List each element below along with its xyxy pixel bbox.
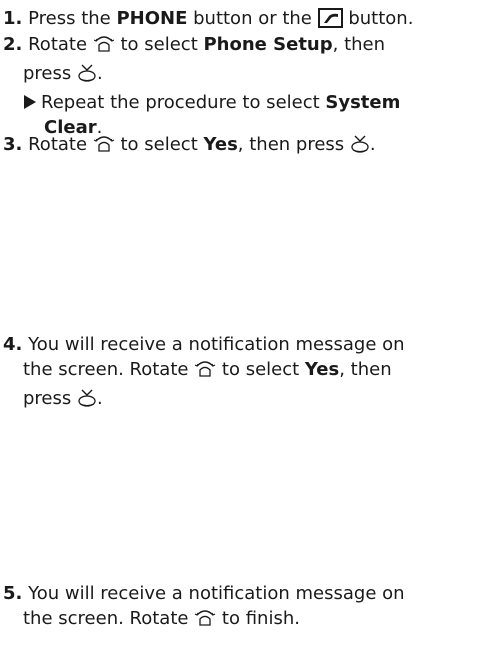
step-1: 1. Press the PHONE button or the button.: [3, 8, 414, 29]
bullet-triangle-icon: [24, 95, 36, 109]
step-4: 4. You will receive a notification messa…: [3, 332, 477, 415]
dial-icon: [194, 608, 216, 635]
step-number: 5.: [3, 583, 23, 604]
step-number: 2.: [3, 34, 23, 55]
step-number: 4.: [3, 334, 23, 355]
step-2: 2. Rotate to select Phone Setup, then pr…: [3, 34, 401, 138]
enter-icon: [77, 63, 97, 90]
enter-icon: [350, 134, 370, 161]
dial-icon: [194, 359, 216, 386]
dial-icon: [93, 134, 115, 161]
enter-icon: [77, 388, 97, 415]
phone-icon: [317, 8, 343, 28]
step-3: 3. Rotate to select Yes, then press .: [3, 132, 477, 161]
step-5: 5. You will receive a notification messa…: [3, 581, 477, 635]
step-number: 1.: [3, 8, 23, 29]
phone-label: PHONE: [116, 8, 188, 29]
dial-icon: [93, 34, 115, 61]
step-number: 3.: [3, 134, 23, 155]
